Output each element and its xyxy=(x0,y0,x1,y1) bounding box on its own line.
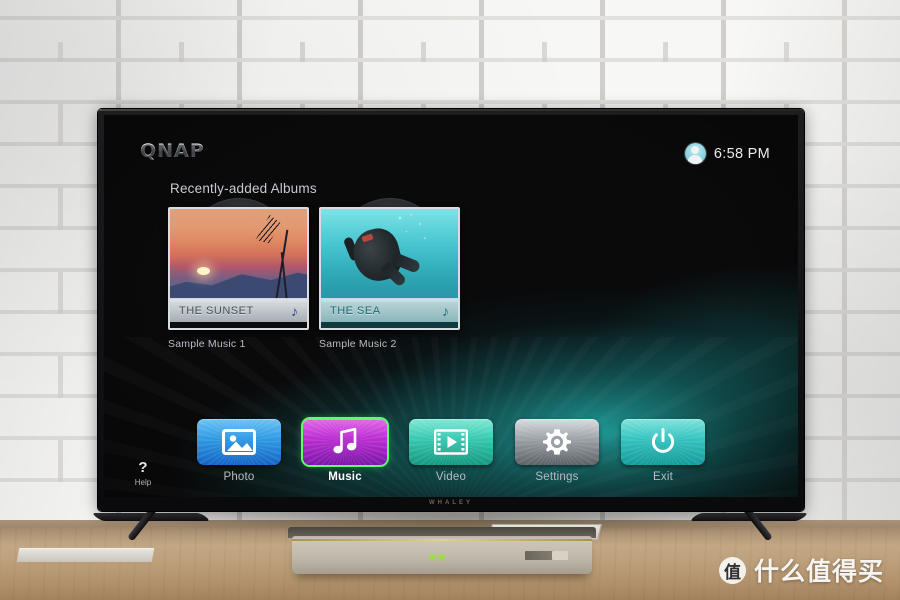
sunset-photo xyxy=(170,209,307,302)
help-label: Help xyxy=(134,478,152,487)
nav-item-settings[interactable]: Settings xyxy=(515,419,599,483)
nav-label: Settings xyxy=(535,471,579,483)
album-cover-titlebar: THE SEA ♪ xyxy=(321,298,458,322)
nas-led-indicator xyxy=(439,555,444,559)
nas-led-indicator xyxy=(430,555,435,559)
scuba-diver-photo xyxy=(321,209,458,302)
nav-item-video[interactable]: Video xyxy=(409,419,493,483)
photo-icon xyxy=(222,429,256,455)
album-cover-title: THE SEA xyxy=(330,304,381,317)
video-icon xyxy=(434,429,468,455)
music-note-icon: ♪ xyxy=(442,302,449,319)
album-card[interactable]: THE SEA ♪ Sample Music 2 xyxy=(319,198,460,350)
nav-label: Video xyxy=(435,471,467,483)
clock: 6:58 PM xyxy=(713,145,770,162)
help-button[interactable]: ? Help xyxy=(130,460,156,487)
album-label: Sample Music 2 xyxy=(319,338,397,350)
watermark-text: 什么值得买 xyxy=(753,557,884,586)
tv-screen: QNAP 6:58 PM Recently-added Albums THE S… xyxy=(104,115,798,497)
settings-tile[interactable] xyxy=(515,419,599,465)
photo-tile[interactable] xyxy=(197,419,281,465)
music-icon xyxy=(333,427,357,454)
album-artwork-sea xyxy=(321,209,458,302)
watermark: 值 什么值得买 xyxy=(718,552,884,588)
exit-tile[interactable] xyxy=(621,419,705,465)
album-cover-footer xyxy=(170,322,307,328)
sun xyxy=(197,266,211,275)
user-avatar-icon[interactable] xyxy=(684,143,706,164)
nav-item-music[interactable]: Music xyxy=(303,419,387,483)
power-icon xyxy=(651,428,675,453)
app-header: QNAP 6:58 PM xyxy=(104,115,798,177)
tv-brand-label: WHALEY xyxy=(429,500,473,506)
tv-bezel-highlight xyxy=(98,109,804,111)
nas-gold-trim xyxy=(292,539,592,541)
nav-item-photo[interactable]: Photo xyxy=(197,419,281,483)
reed-plume xyxy=(255,213,282,245)
album-cover[interactable]: THE SUNSET ♪ xyxy=(168,207,309,330)
album-list: THE SUNSET ♪ Sample Music 1 THE SEA ♪ Sa… xyxy=(168,198,460,350)
video-tile[interactable] xyxy=(409,419,493,465)
album-label: Sample Music 1 xyxy=(168,338,246,350)
status-area[interactable]: 6:58 PM xyxy=(684,143,770,164)
nas-badge-accent xyxy=(552,551,568,560)
album-cover[interactable]: THE SEA ♪ xyxy=(319,207,460,330)
nav-item-exit[interactable]: Exit xyxy=(621,419,705,483)
watermark-logo: 值 xyxy=(718,556,746,584)
music-tile[interactable] xyxy=(303,419,387,465)
album-artwork-sunset xyxy=(170,209,307,302)
television: WHALEY QNAP 6:58 PM Recently-added Album… xyxy=(98,109,804,511)
desk-item-left xyxy=(16,548,155,562)
section-title: Recently-added Albums xyxy=(170,181,317,196)
photo-scene: WHALEY QNAP 6:58 PM Recently-added Album… xyxy=(0,0,900,600)
gear-icon xyxy=(543,429,571,455)
music-note-icon: ♪ xyxy=(291,302,298,319)
album-cover-title: THE SUNSET xyxy=(179,304,254,317)
question-mark-icon: ? xyxy=(138,459,148,476)
nav-label: Music xyxy=(328,471,362,483)
main-nav: Photo Music Video Settings Exit xyxy=(104,419,798,483)
nav-label: Exit xyxy=(653,471,673,483)
nav-label: Photo xyxy=(223,471,255,483)
album-cover-titlebar: THE SUNSET ♪ xyxy=(170,298,307,322)
album-card[interactable]: THE SUNSET ♪ Sample Music 1 xyxy=(168,198,309,350)
album-cover-footer xyxy=(321,322,458,328)
qnap-logo: QNAP xyxy=(140,140,205,162)
